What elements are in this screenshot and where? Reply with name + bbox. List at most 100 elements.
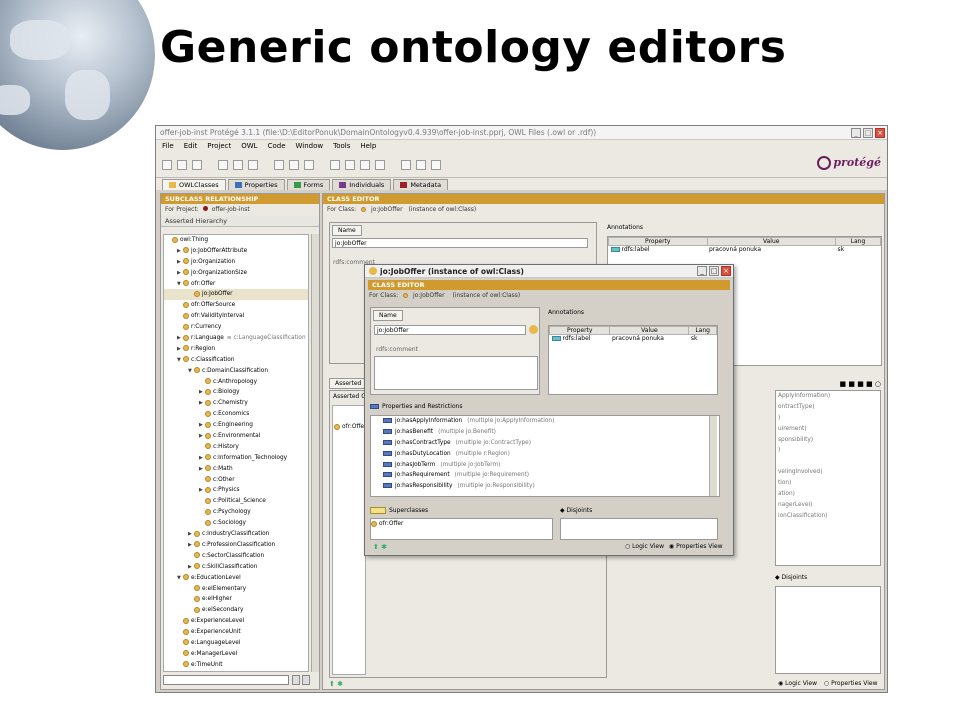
tree-node[interactable]: ▶ c:SkillClassification — [164, 562, 308, 573]
tree-node[interactable]: ▶ c:IndustryClassification — [164, 529, 308, 540]
property-row[interactable]: nagerLevel) — [776, 500, 880, 511]
tree-node[interactable]: e:elElementary — [164, 584, 308, 595]
property-row[interactable]: jo:hasResponsibility (multiple jo:Respons… — [371, 481, 719, 492]
check-consistency-icon[interactable] — [345, 159, 355, 170]
tree-node[interactable]: ofr:OfferSource — [164, 300, 308, 311]
dialog-name-lookup-icon[interactable] — [529, 325, 538, 334]
expand-arrow-icon[interactable]: ▼ — [177, 279, 183, 290]
dialog-close-icon[interactable]: × — [721, 266, 731, 276]
tree-node[interactable]: ▶ jo:OrganizationSize — [164, 268, 308, 279]
dlg-ann-col-lang[interactable]: Lang — [688, 326, 717, 335]
undo-icon[interactable] — [274, 159, 284, 170]
menu-file[interactable]: File — [162, 142, 174, 150]
tree-node[interactable]: jo:JobOffer — [164, 289, 308, 301]
search-dropdown-icon[interactable] — [292, 675, 300, 685]
tree-node[interactable]: c:Sociology — [164, 518, 308, 529]
tree-node[interactable]: e:LanguageLevel — [164, 638, 308, 649]
expand-arrow-icon[interactable]: ▶ — [177, 257, 183, 268]
dialog-properties-view-radio[interactable]: ◉ Properties View — [669, 543, 723, 550]
asserted-item[interactable]: ofr:Offer — [333, 422, 366, 433]
expand-arrow-icon[interactable]: ▶ — [199, 464, 205, 475]
tab-individuals[interactable]: Individuals — [332, 179, 392, 190]
tree-node[interactable]: c:History — [164, 442, 308, 453]
tab-forms[interactable]: Forms — [286, 179, 331, 190]
dialog-props-scrollbar[interactable] — [709, 416, 717, 496]
back-icon[interactable] — [401, 159, 411, 170]
expand-arrow-icon[interactable]: ▶ — [199, 453, 205, 464]
dialog-superclass-item[interactable]: ofr:Offer — [371, 519, 552, 530]
tab-owlclasses[interactable]: OWLClasses — [162, 179, 226, 190]
tree-node[interactable]: c:Psychology — [164, 507, 308, 518]
tree-search-input[interactable] — [163, 675, 289, 685]
menu-code[interactable]: Code — [268, 142, 286, 150]
tree-node[interactable]: ▼ e:EducationLevel — [164, 573, 308, 584]
tree-node[interactable]: ▼ c:Classification — [164, 355, 308, 366]
tree-node[interactable]: c:SectorClassification — [164, 551, 308, 562]
property-row[interactable]: jo:hasContractType (multiple jo:ContractT… — [371, 438, 719, 449]
cut-icon[interactable] — [218, 159, 228, 170]
expand-arrow-icon[interactable]: ▶ — [188, 562, 194, 573]
reasoner-icon[interactable] — [330, 159, 340, 170]
property-row[interactable]: ionClassification) — [776, 511, 880, 522]
property-row[interactable]: tion) — [776, 478, 880, 489]
properties-view-radio[interactable]: ○ Properties View — [824, 680, 878, 687]
logic-view-radio[interactable]: ◉ Logic View — [778, 680, 817, 687]
maximize-icon[interactable]: □ — [863, 127, 873, 138]
tree-node[interactable]: c:Political_Science — [164, 496, 308, 507]
tree-node[interactable]: ofr:ValidityInterval — [164, 311, 308, 322]
tree-node[interactable]: c:Economics — [164, 409, 308, 420]
property-row[interactable]: ApplyInformation) — [776, 391, 880, 402]
property-row[interactable]: ) — [776, 413, 880, 424]
tree-node[interactable]: ▶ c:ProfessionClassification — [164, 540, 308, 551]
tree-scrollbar[interactable] — [311, 234, 319, 672]
tree-node[interactable]: e:elSecondary — [164, 605, 308, 616]
dialog-minimize-icon[interactable]: _ — [697, 266, 707, 276]
dialog-name-tab[interactable]: Name — [373, 310, 403, 321]
tree-node[interactable]: ▶ c:Biology — [164, 387, 308, 398]
property-row[interactable]: jo:hasBenefit (multiple jo:Benefit) — [371, 427, 719, 438]
tree-node[interactable]: ▶ jo:JobOfferAttribute — [164, 246, 308, 257]
property-row[interactable]: velingInvolved) — [776, 467, 880, 478]
classify-icon[interactable] — [360, 159, 370, 170]
property-row[interactable]: jo:hasJobTerm (multiple jo:JobTerm) — [371, 460, 719, 471]
menu-project[interactable]: Project — [207, 142, 231, 150]
dlg-ann-col-property[interactable]: Property — [548, 326, 611, 335]
expand-arrow-icon[interactable]: ▼ — [177, 573, 183, 584]
tree-node[interactable]: ▶ c:Chemistry — [164, 398, 308, 409]
tree-node[interactable]: r:Currency — [164, 322, 308, 333]
tree-node[interactable]: ▶ c:Information_Technology — [164, 453, 308, 464]
ann-row[interactable]: rdfs:label pracovná ponuka sk — [609, 246, 881, 253]
tree-node[interactable]: ▶ c:Engineering — [164, 420, 308, 431]
property-row[interactable]: uirement) — [776, 424, 880, 435]
tree-node[interactable]: ▶ jo:Organization — [164, 257, 308, 268]
menu-help[interactable]: Help — [360, 142, 376, 150]
property-row[interactable]: jo:hasDutyLocation (multiple r:Region) — [371, 449, 719, 460]
new-project-icon[interactable] — [162, 159, 172, 170]
name-tab[interactable]: Name — [332, 225, 362, 236]
expand-arrow-icon[interactable]: ▶ — [199, 387, 205, 398]
save-project-icon[interactable] — [192, 159, 202, 170]
tree-node[interactable]: e:TimeUnit — [164, 660, 308, 671]
menu-edit[interactable]: Edit — [184, 142, 198, 150]
ann-col-property[interactable]: Property — [608, 237, 708, 246]
tree-node[interactable]: ▶ c:Physics — [164, 485, 308, 496]
expand-arrow-icon[interactable]: ▼ — [177, 355, 183, 366]
property-row[interactable]: jo:hasApplyInformation (multiple jo:Apply… — [371, 416, 719, 427]
tab-properties[interactable]: Properties — [227, 179, 285, 190]
find-icon[interactable] — [304, 159, 314, 170]
tree-node[interactable]: e:ExperienceUnit — [164, 627, 308, 638]
tree-node[interactable]: c:Anthropology — [164, 377, 308, 388]
name-field[interactable]: jo:JobOffer — [332, 238, 588, 248]
dialog-comment-field[interactable] — [374, 356, 538, 390]
edit-icon[interactable] — [431, 159, 441, 170]
open-project-icon[interactable] — [177, 159, 187, 170]
dialog-maximize-icon[interactable]: □ — [709, 266, 719, 276]
copy-icon[interactable] — [233, 159, 243, 170]
menu-tools[interactable]: Tools — [333, 142, 350, 150]
tree-node[interactable]: ▶ c:Math — [164, 464, 308, 475]
menu-owl[interactable]: OWL — [241, 142, 257, 150]
redo-icon[interactable] — [289, 159, 299, 170]
forward-icon[interactable] — [416, 159, 426, 170]
close-icon[interactable]: × — [875, 127, 885, 138]
property-row[interactable]: ) — [776, 445, 880, 456]
